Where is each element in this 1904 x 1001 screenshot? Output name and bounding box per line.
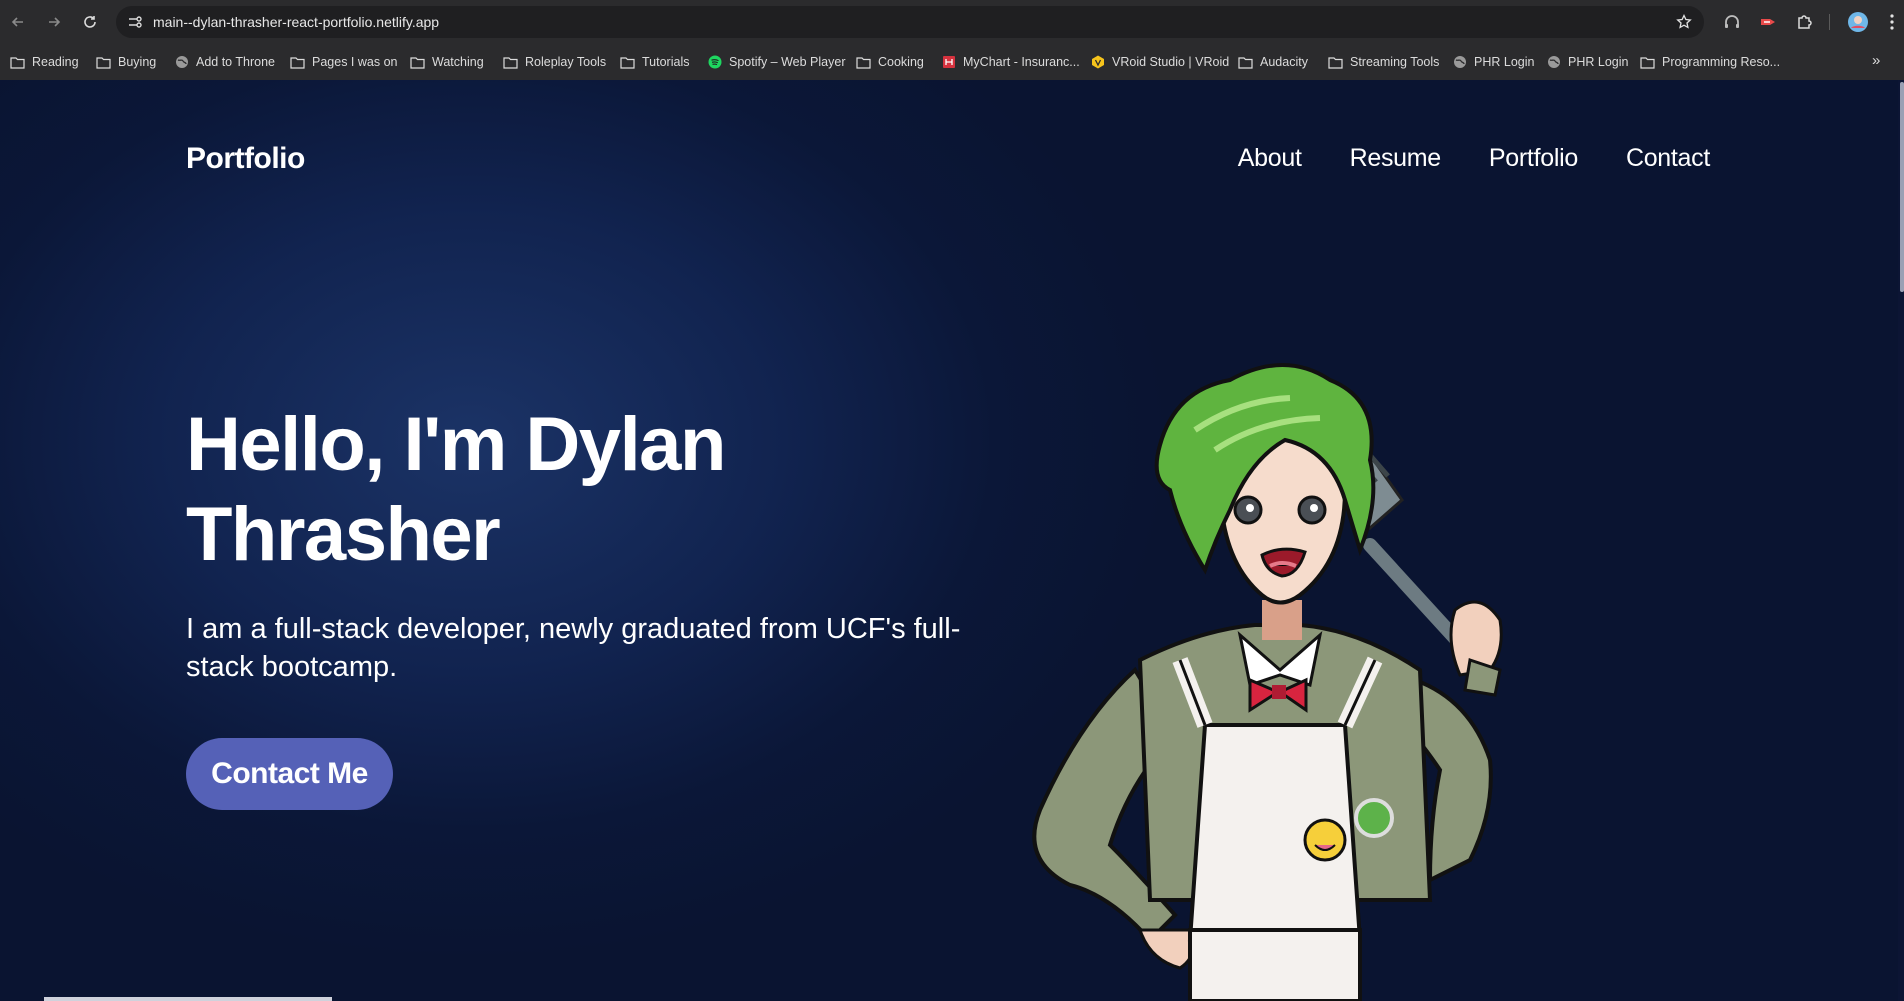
nav-link-portfolio[interactable]: Portfolio: [1489, 144, 1578, 173]
extension-button[interactable]: [1756, 10, 1780, 34]
bookmark-label: Programming Reso...: [1662, 55, 1781, 69]
contact-me-button[interactable]: Contact Me: [186, 738, 393, 810]
portfolio-page: Portfolio About Resume Portfolio Contact…: [0, 80, 1904, 1001]
browser-chrome: main--dylan-thrasher-react-portfolio.net…: [0, 0, 1904, 80]
more-vertical-icon: [1890, 14, 1894, 30]
spotify-icon: [707, 55, 722, 70]
headset-icon: [1725, 15, 1739, 28]
forward-button[interactable]: [42, 10, 66, 34]
folder-icon: [503, 55, 518, 70]
globe-icon: [174, 55, 189, 70]
bookmark-item[interactable]: Tutorials: [620, 52, 689, 72]
folder-icon: [410, 55, 425, 70]
globe-icon: [1546, 55, 1561, 70]
nav-link-about[interactable]: About: [1238, 144, 1302, 173]
bookmarks-bar: Reading Buying Add to Throne Pages I was…: [0, 44, 1904, 80]
bookmark-label: Streaming Tools: [1350, 55, 1440, 69]
bookmark-label: Roleplay Tools: [525, 55, 607, 69]
folder-icon: [1328, 55, 1343, 70]
bookmark-item[interactable]: Roleplay Tools: [503, 52, 606, 72]
site-nav: About Resume Portfolio Contact: [1238, 144, 1711, 173]
bookmark-item[interactable]: Cooking: [856, 52, 924, 72]
character-illustration: [1032, 363, 1503, 1001]
bookmark-label: Cooking: [878, 55, 924, 69]
reload-button[interactable]: [78, 10, 102, 34]
bookmark-item[interactable]: PHR Login: [1452, 52, 1534, 72]
folder-icon: [96, 55, 111, 70]
bookmark-item[interactable]: Buying: [96, 52, 156, 72]
bookmark-item[interactable]: PHR Login: [1546, 52, 1628, 72]
bookmark-label: Buying: [118, 55, 157, 69]
bookmark-item[interactable]: Add to Throne: [174, 52, 275, 72]
green-badge-icon: [1354, 798, 1394, 838]
bookmark-label: Spotify – Web Player: [729, 55, 846, 69]
nav-link-resume[interactable]: Resume: [1350, 144, 1442, 173]
bookmark-item[interactable]: Pages I was on: [290, 52, 397, 72]
puzzle-icon: [1798, 15, 1812, 29]
forward-arrow-icon: [49, 17, 61, 27]
folder-icon: [1238, 55, 1253, 70]
bookmark-label: Tutorials: [642, 55, 690, 69]
globe-icon: [1452, 55, 1467, 70]
bookmark-item[interactable]: VRoid Studio | VRoid: [1090, 52, 1229, 72]
bookmark-label: Watching: [432, 55, 484, 69]
folder-icon: [290, 55, 305, 70]
smiley-badge-icon: [1303, 818, 1347, 862]
vroid-icon: [1090, 55, 1105, 70]
bottom-status-indicator: [44, 997, 332, 1001]
hero-subtitle: I am a full-stack developer, newly gradu…: [186, 613, 961, 683]
toolbar-divider: [1829, 14, 1830, 30]
bookmark-item[interactable]: Spotify – Web Player: [707, 52, 846, 72]
bookmark-label: Reading: [32, 55, 79, 69]
bookmark-label: Audacity: [1260, 55, 1308, 69]
nav-link-contact[interactable]: Contact: [1626, 144, 1710, 173]
site-info-icon[interactable]: [126, 13, 144, 31]
bookmark-item[interactable]: MyChart - Insuranc...: [941, 52, 1080, 72]
address-bar[interactable]: main--dylan-thrasher-react-portfolio.net…: [116, 6, 1704, 38]
extension-button[interactable]: [1720, 10, 1744, 34]
back-arrow-icon: [11, 17, 23, 27]
bookmark-item[interactable]: Audacity: [1238, 52, 1308, 72]
bookmark-label: PHR Login: [1474, 55, 1535, 69]
bookmark-label: VRoid Studio | VRoid: [1112, 55, 1230, 69]
bookmark-label: PHR Login: [1568, 55, 1629, 69]
record-icon: [1761, 19, 1775, 25]
reload-icon: [84, 16, 96, 28]
bookmark-item[interactable]: Reading: [10, 52, 79, 72]
bookmark-label: Pages I was on: [312, 55, 398, 69]
folder-icon: [620, 55, 635, 70]
hero-title: Hello, I'm Dylan Thrasher: [186, 402, 726, 577]
browser-toolbar: main--dylan-thrasher-react-portfolio.net…: [0, 0, 1904, 44]
folder-icon: [856, 55, 871, 70]
site-brand[interactable]: Portfolio: [186, 142, 305, 176]
bookmark-label: Add to Throne: [196, 55, 275, 69]
folder-icon: [10, 55, 25, 70]
scrollbar-thumb[interactable]: [1900, 82, 1904, 292]
bookmark-item[interactable]: Streaming Tools: [1328, 52, 1439, 72]
browser-menu-button[interactable]: [1880, 10, 1904, 34]
bookmark-item[interactable]: Watching: [410, 52, 484, 72]
back-button[interactable]: [6, 10, 30, 34]
star-icon: [1676, 14, 1692, 29]
bookmarks-overflow-button[interactable]: »: [1872, 52, 1880, 69]
mychart-icon: [941, 55, 956, 70]
bookmark-star-button[interactable]: [1672, 10, 1696, 34]
url-text[interactable]: main--dylan-thrasher-react-portfolio.net…: [153, 14, 439, 30]
avatar: [1848, 12, 1868, 32]
folder-icon: [1640, 55, 1655, 70]
bookmark-label: MyChart - Insuranc...: [963, 55, 1080, 69]
bookmark-item[interactable]: Programming Reso...: [1640, 52, 1780, 72]
profile-button[interactable]: [1846, 10, 1870, 34]
extensions-menu-button[interactable]: [1792, 10, 1816, 34]
